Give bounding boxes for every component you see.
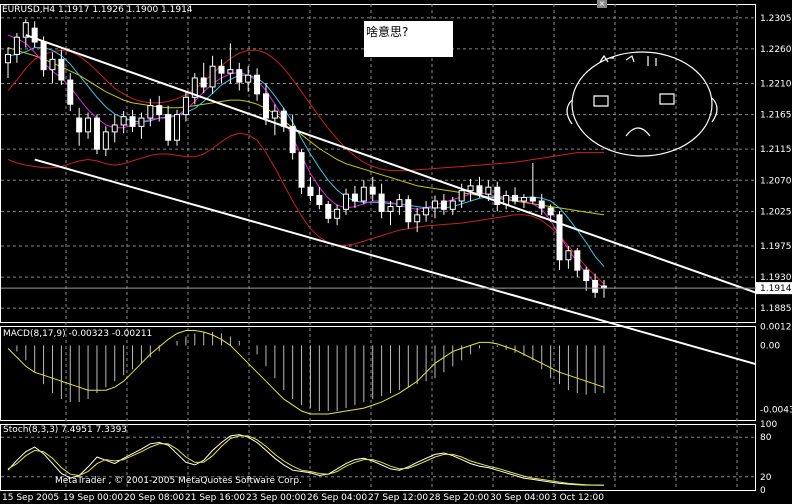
- candle-bear: [298, 152, 305, 188]
- candle-bull: [138, 117, 145, 127]
- candle-bull: [147, 105, 154, 119]
- candle-bear: [547, 207, 554, 216]
- candle-bull: [458, 190, 465, 202]
- price-tick-label: 1.2210: [760, 80, 792, 90]
- candle-bear: [262, 93, 269, 119]
- price-tick-label: 1.2260: [760, 45, 792, 55]
- price-tick-label: 1.2070: [760, 176, 792, 186]
- candle-bear: [529, 197, 536, 202]
- time-tick-label: 15 Sep 2005: [2, 493, 59, 503]
- candle-bear: [574, 250, 581, 271]
- candle-bear: [165, 114, 172, 141]
- candle-bull: [467, 185, 474, 192]
- candle-bear: [583, 269, 590, 282]
- candle-bull: [271, 110, 278, 119]
- candle-bear: [156, 105, 163, 116]
- candle-bear: [307, 186, 314, 196]
- trading-chart[interactable]: 1.2305 1.2260 1.2210 1.2165 1.2115 1.2070 1.20…: [0, 0, 792, 504]
- price-tick-label: 1.1975: [760, 242, 792, 252]
- macd-tick-label: -0.00430: [760, 406, 792, 416]
- candle-bull: [387, 206, 394, 212]
- candle-bear: [76, 117, 83, 133]
- candle-bull: [111, 124, 118, 133]
- candle-bear: [58, 58, 65, 81]
- macd-tick-label: 0.00: [760, 341, 780, 351]
- candle-bear: [254, 74, 261, 95]
- candle-bear: [218, 65, 225, 74]
- candle-bear: [93, 117, 100, 150]
- candle-bear: [440, 200, 447, 210]
- stoch-title: Stoch(8,3,3) 7.4951 7.3393: [3, 425, 127, 435]
- stoch-tick-label: 20: [760, 473, 772, 483]
- time-tick-label: 21 Sep 16:00: [185, 493, 245, 503]
- candle-bull: [245, 74, 252, 83]
- candle-bull: [5, 53, 11, 64]
- candle-bull: [343, 193, 350, 210]
- candle-bear: [378, 193, 385, 212]
- candle-bear: [556, 214, 563, 261]
- candle-bear: [40, 41, 47, 71]
- symbol-header: EURUSD,H4 1.1917 1.1926 1.1900 1.1914: [2, 5, 193, 15]
- candle-bull: [520, 197, 527, 202]
- time-axis: 15 Sep 2005 19 Sep 00:00 20 Sep 08:00 21 Se…: [2, 493, 604, 503]
- note-text: 啥意思?: [366, 25, 409, 39]
- candle-bull: [431, 200, 438, 209]
- candle-bull: [485, 186, 492, 195]
- candle-bull: [423, 207, 430, 216]
- price-tick-label: 1.2305: [760, 14, 792, 24]
- candle-bull: [49, 58, 56, 71]
- macd-tick-label: 0.00125: [760, 323, 792, 333]
- candle-bull: [13, 36, 20, 55]
- candle-bear: [316, 194, 323, 205]
- candle-bear: [67, 79, 74, 105]
- time-tick-label: 27 Sep 12:00: [368, 493, 428, 503]
- candle-bull: [102, 131, 109, 150]
- candle-bear: [369, 186, 376, 195]
- candle-bull: [334, 208, 341, 219]
- candle-bear: [351, 193, 358, 202]
- candle-bull: [449, 200, 456, 210]
- candle-bear: [129, 116, 136, 127]
- price-tick-label: 1.2165: [760, 111, 792, 121]
- current-price-label: 1.1914: [760, 284, 792, 294]
- stoch-tick-label: 80: [760, 433, 772, 443]
- time-tick-label: 23 Sep 00:00: [246, 493, 306, 503]
- candle-bear: [200, 77, 207, 88]
- candle-bull: [360, 186, 367, 202]
- price-tick-label: 1.2115: [760, 145, 792, 155]
- copyright-text: MetaTrader , © 2001-2005 MetaQuotes Soft…: [55, 476, 302, 486]
- candle-bull: [227, 69, 234, 74]
- price-tick-label: 1.1885: [760, 304, 792, 314]
- time-tick-label: 30 Sep 04:00: [490, 493, 550, 503]
- candle-bull: [120, 116, 127, 126]
- price-tick-label: 1.2025: [760, 207, 792, 217]
- time-tick-label: 19 Sep 00:00: [63, 493, 123, 503]
- time-tick-label: 26 Sep 04:00: [307, 493, 367, 503]
- stoch-tick-label: 0: [760, 486, 766, 496]
- candle-bear: [280, 110, 287, 127]
- time-tick-label: 20 Sep 08:00: [124, 493, 184, 503]
- time-tick-label: 3 Oct 12:00: [551, 493, 604, 503]
- candle-bull: [209, 65, 216, 88]
- candle-bull: [414, 214, 421, 223]
- note-box: 啥意思?: [364, 21, 453, 57]
- candle-bull: [565, 250, 572, 261]
- macd-title: MACD(8,17,9) -0.00323 -0.00211: [3, 329, 152, 339]
- candle-bull: [174, 114, 181, 141]
- price-tick-label: 1.1930: [760, 273, 792, 283]
- candle-bull: [85, 117, 92, 133]
- candle-bear: [592, 280, 599, 293]
- candle-bear: [405, 199, 412, 223]
- time-tick-label: 28 Sep 20:00: [429, 493, 489, 503]
- candle-bear: [538, 200, 545, 209]
- candle-bear: [512, 194, 519, 202]
- close-icon[interactable]: ×: [597, 0, 607, 8]
- stoch-tick-label: 100: [760, 420, 777, 430]
- candle-bear: [31, 27, 38, 43]
- candle-bull: [182, 96, 189, 116]
- candle-bear: [325, 203, 332, 219]
- candle-bear: [236, 69, 243, 83]
- candle-bull: [396, 199, 403, 208]
- candle-bear: [476, 185, 483, 195]
